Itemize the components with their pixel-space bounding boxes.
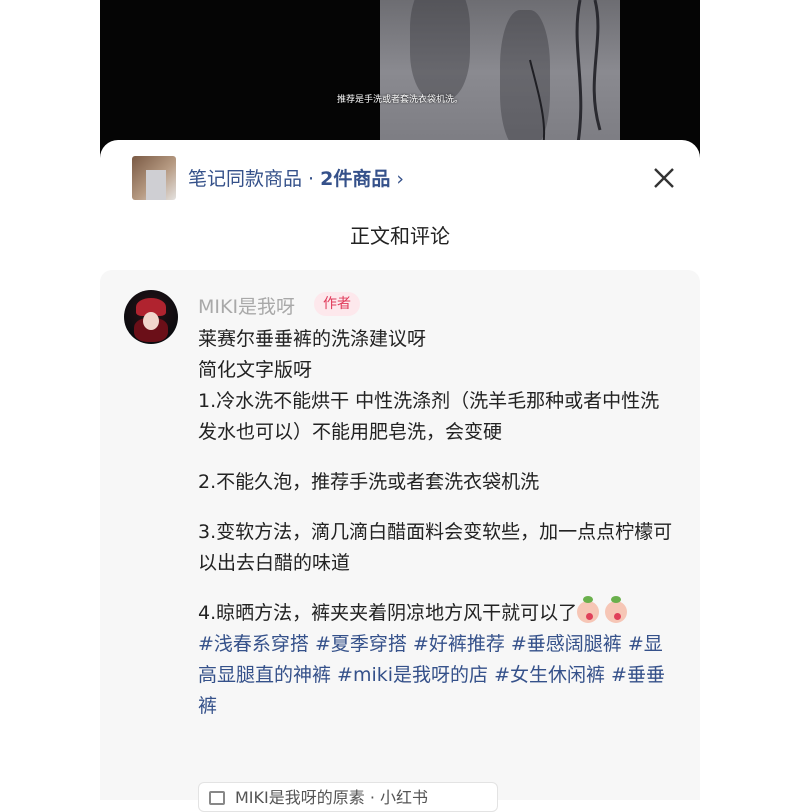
video-frame — [380, 0, 620, 160]
tip-2: 2.不能久泡，推荐手洗或者套洗衣袋机洗 — [198, 471, 540, 493]
cart-icon — [209, 791, 225, 805]
tip-4-text: 4.晾晒方法，裤夹夹着阴凉地方风干就可以了 — [198, 602, 578, 624]
shop-link-chip[interactable]: MIKI是我呀的原素 · 小红书 — [198, 782, 498, 812]
video-subtitle: 推荐是手洗或者套洗衣袋机洗。 — [336, 95, 463, 105]
author-name[interactable]: MIKI是我呀 — [198, 292, 295, 319]
video-player[interactable]: 推荐是手洗或者套洗衣袋机洗。 — [100, 0, 700, 160]
goods-thumbnail[interactable] — [132, 156, 176, 200]
avatar[interactable] — [124, 290, 178, 344]
tip-3: 3.变软方法，滴几滴白醋面料会变软些，加一点点柠檬可以出去白醋的味道 — [198, 521, 673, 574]
comment-sheet: 笔记同款商品 · 2件商品 › 正文和评论 MIKI是我呀 作者 莱赛尔垂垂裤的… — [100, 140, 700, 812]
goods-count: 2件商品 — [320, 168, 391, 190]
shop-chip-label: MIKI是我呀的原素 · 小红书 — [235, 788, 428, 807]
peach-emoji-icon — [577, 596, 600, 623]
tip-4: 4.晾晒方法，裤夹夹着阴凉地方风干就可以了 — [198, 596, 678, 629]
hashtags[interactable]: #浅春系穿搭 #夏季穿搭 #好裤推荐 #垂感阔腿裤 #显高显腿直的神裤 #mik… — [198, 629, 678, 722]
close-button[interactable] — [648, 162, 680, 194]
goods-link[interactable]: 笔记同款商品 · 2件商品 › — [188, 164, 404, 191]
goods-label: 笔记同款商品 · — [188, 168, 321, 190]
post-subtitle: 简化文字版呀 — [198, 359, 313, 381]
comment-card: MIKI是我呀 作者 莱赛尔垂垂裤的洗涤建议呀 简化文字版呀 1.冷水洗不能烘干… — [100, 270, 700, 812]
section-title: 正文和评论 — [350, 224, 450, 248]
post-title: 莱赛尔垂垂裤的洗涤建议呀 — [198, 328, 427, 350]
author-badge: 作者 — [314, 292, 360, 316]
comment-body: 莱赛尔垂垂裤的洗涤建议呀 简化文字版呀 1.冷水洗不能烘干 中性洗涤剂（洗羊毛那… — [198, 324, 678, 722]
chevron-right-icon: › — [396, 168, 405, 190]
close-icon — [654, 168, 674, 188]
note-goods-bar[interactable]: 笔记同款商品 · 2件商品 › — [100, 154, 700, 202]
peach-emoji-icon — [605, 596, 628, 623]
tip-1: 1.冷水洗不能烘干 中性洗涤剂（洗羊毛那种或者中性洗发水也可以）不能用肥皂洗，会… — [198, 390, 660, 443]
